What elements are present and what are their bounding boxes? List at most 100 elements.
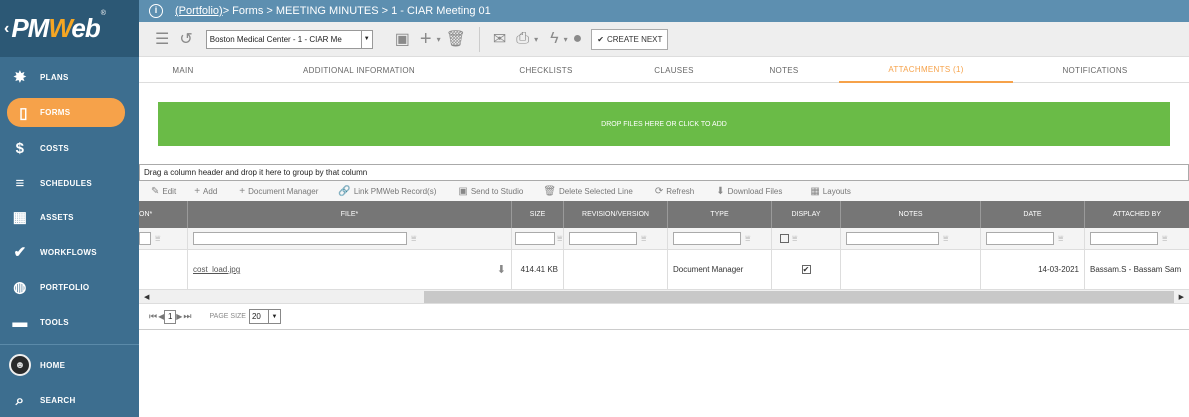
add-button[interactable]: + Add [194, 186, 217, 197]
sidebar-item-portfolio[interactable]: ◍ PORTFOLIO [0, 270, 139, 304]
sidebar-item-schedules[interactable]: ≡ SCHEDULES [0, 166, 139, 200]
filter-icon[interactable]: ⩸ [557, 233, 562, 244]
lightning-icon[interactable]: ϟ [550, 30, 558, 48]
download-icon[interactable]: ⬇ [497, 263, 506, 276]
cell-size: 414.41 KB [512, 250, 564, 289]
scroll-left-icon[interactable]: ◀ [144, 293, 149, 301]
layouts-button[interactable]: ▦ Layouts [810, 186, 850, 197]
dollar-icon: $ [15, 139, 25, 157]
filter-icon[interactable]: ⩸ [641, 233, 646, 244]
schedule-bars-icon: ≡ [15, 174, 25, 192]
grid-header: ON* FILE* SIZE REVISION/VERSION TYPE DIS… [139, 201, 1189, 228]
filter-icon[interactable]: ⩸ [943, 233, 948, 244]
sidebar-item-assets[interactable]: ▦ ASSETS [0, 200, 139, 234]
filter-icon[interactable]: ⩸ [1058, 233, 1063, 244]
col-header-file[interactable]: FILE* [188, 201, 512, 228]
add-icon[interactable]: + [420, 28, 432, 51]
delete-selected-button[interactable]: 🗑 Delete Selected Line [543, 186, 633, 197]
filter-input[interactable] [193, 232, 407, 245]
refresh-button[interactable]: ⟳ Refresh [655, 186, 694, 197]
col-header-revision[interactable]: REVISION/VERSION [564, 201, 668, 228]
scrollbar-thumb[interactable] [424, 290, 1174, 303]
lightning-dropdown-icon[interactable]: ▾ [564, 35, 568, 44]
next-page-icon[interactable]: ▶ [176, 312, 182, 321]
info-icon[interactable]: i [149, 4, 163, 18]
group-by-hint[interactable]: Drag a column header and drop it here to… [139, 164, 1189, 181]
record-select[interactable]: Boston Medical Center - 1 - CIAR Me ▼ [205, 29, 373, 49]
horizontal-scrollbar[interactable]: ◀ ▶ [139, 290, 1189, 304]
tab-additional-information[interactable]: ADDITIONAL INFORMATION [279, 57, 439, 83]
filter-input[interactable] [515, 232, 555, 245]
sidebar-item-forms[interactable]: ▯ FORMS [7, 98, 125, 127]
tab-clauses[interactable]: CLAUSES [634, 57, 714, 83]
pencil-icon: ✎ [151, 185, 160, 197]
trash-icon[interactable]: 🗑 [446, 29, 466, 49]
tab-notes[interactable]: NOTES [749, 57, 819, 83]
save-icon[interactable]: ▣ [395, 29, 410, 49]
filter-icon[interactable]: ⩸ [155, 233, 160, 244]
filter-input[interactable] [569, 232, 637, 245]
sidebar-item-home[interactable]: ☻ HOME [0, 348, 139, 382]
col-header-display[interactable]: DISPLAY [772, 201, 841, 228]
email-icon[interactable]: ✉ [493, 29, 506, 49]
page-number[interactable]: 1 [164, 309, 177, 324]
breadcrumb: i (Portfolio) > Forms > MEETING MINUTES … [139, 0, 1189, 22]
filter-cell-attached-by: ⩸ [1085, 228, 1189, 249]
last-page-icon[interactable]: ⏭ [183, 311, 191, 322]
tab-notifications[interactable]: NOTIFICATIONS [1039, 57, 1151, 83]
document-manager-button[interactable]: + Document Manager [239, 186, 318, 197]
sidebar-item-workflows[interactable]: ✔ WORKFLOWS [0, 235, 139, 269]
col-header-type[interactable]: TYPE [668, 201, 772, 228]
record-toolbar: ☰ ↺ Boston Medical Center - 1 - CIAR Me … [139, 22, 1189, 57]
add-dropdown-icon[interactable]: ▾ [437, 35, 441, 44]
create-next-button[interactable]: ✔ CREATE NEXT [591, 28, 669, 50]
tab-main[interactable]: MAIN [139, 57, 227, 83]
file-dropzone[interactable]: DROP FILES HERE OR CLICK TO ADD [158, 102, 1170, 146]
page-size-label: PAGE SIZE [209, 313, 246, 320]
filter-input[interactable] [1090, 232, 1158, 245]
pmweb-logo[interactable]: ‹ PMWeb ® [0, 0, 139, 57]
scroll-right-icon[interactable]: ▶ [1179, 293, 1184, 301]
tab-attachments[interactable]: ATTACHMENTS (1) [839, 57, 1013, 83]
table-row[interactable]: cost_load.jpg ⬇ 414.41 KB Document Manag… [139, 250, 1189, 290]
filter-icon[interactable]: ⩸ [411, 233, 416, 244]
col-header-on[interactable]: ON* [139, 201, 188, 228]
col-header-size[interactable]: SIZE [512, 201, 564, 228]
print-icon[interactable]: ⎙ [516, 30, 529, 48]
list-icon[interactable]: ☰ [155, 29, 169, 49]
page-size-select[interactable]: 20 ▼ [248, 309, 281, 324]
col-header-date[interactable]: DATE [981, 201, 1085, 228]
sidebar-item-search[interactable]: ⌕ SEARCH [0, 383, 139, 417]
download-files-button[interactable]: ⬇ Download Files [716, 186, 782, 197]
sidebar-item-costs[interactable]: $ COSTS [0, 131, 139, 165]
filter-icon[interactable]: ⩸ [792, 233, 797, 244]
filter-input[interactable] [846, 232, 939, 245]
sidebar-item-plans[interactable]: ✸ PLANS [0, 60, 139, 94]
send-to-studio-button[interactable]: ▣ Send to Studio [458, 186, 523, 197]
filter-icon[interactable]: ⩸ [1162, 233, 1167, 244]
globe-icon: ◍ [13, 279, 27, 296]
tab-checklists[interactable]: CHECKLISTS [501, 57, 591, 83]
checkmark-icon: ✔ [13, 244, 27, 261]
first-page-icon[interactable]: ⏮ [149, 311, 157, 322]
col-header-attached-by[interactable]: ATTACHED BY [1085, 201, 1189, 228]
link-record-button[interactable]: 🔗 Link PMWeb Record(s) [338, 186, 436, 197]
filter-checkbox[interactable] [780, 234, 789, 243]
history-icon[interactable]: ↺ [179, 29, 192, 49]
display-checkbox[interactable]: ✔ [801, 265, 811, 274]
breadcrumb-portfolio-link[interactable]: (Portfolio) [175, 5, 223, 17]
filter-cell-display: ⩸ [772, 228, 841, 249]
filter-input[interactable] [673, 232, 741, 245]
print-dropdown-icon[interactable]: ▾ [534, 35, 538, 44]
sidebar-item-tools[interactable]: ▬ TOOLS [0, 305, 139, 339]
back-chevron-icon[interactable]: ‹ [4, 20, 9, 38]
edit-button[interactable]: ✎ Edit [151, 186, 176, 197]
col-header-notes[interactable]: NOTES [841, 201, 981, 228]
cell-on [139, 250, 188, 289]
file-link[interactable]: cost_load.jpg [193, 265, 240, 274]
user-icon[interactable]: ● [573, 30, 583, 48]
filter-input[interactable] [986, 232, 1054, 245]
download-icon: ⬇ [716, 185, 725, 197]
filter-icon[interactable]: ⩸ [745, 233, 750, 244]
filter-input[interactable] [139, 232, 151, 245]
